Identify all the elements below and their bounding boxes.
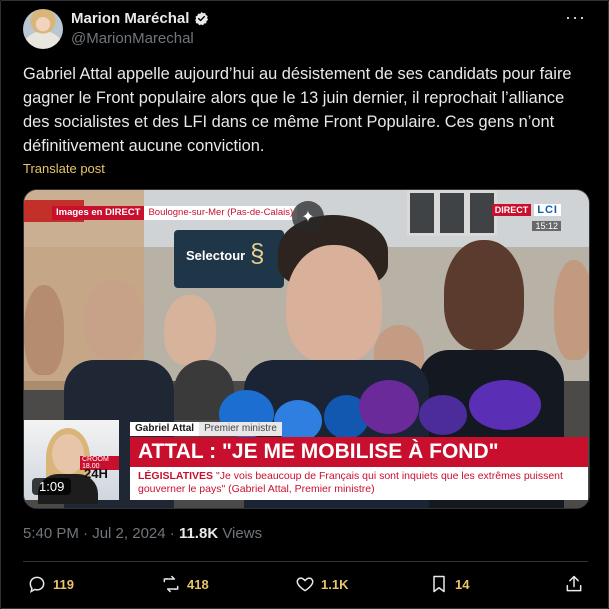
post-time[interactable]: 5:40 PM [23,525,79,542]
avatar[interactable] [23,9,63,49]
microphone [359,380,419,434]
channel-bug: DIRECT LCI 15:12 [491,204,561,234]
speaker-name: Gabriel Attal [130,422,200,436]
speaker-lower-third: Gabriel Attal Premier ministre [130,422,282,436]
video-window [407,190,437,236]
channel-direct-label: DIRECT [491,204,532,216]
live-label: Images en DIRECT [52,206,145,220]
repost-icon [163,575,179,593]
bystander [164,295,216,365]
reply-icon [29,576,45,594]
video-duration: 1:09 [32,478,72,495]
store-sign-text: Selectour [186,248,246,263]
views-label: Views [222,525,263,542]
video-window [437,190,467,236]
meta-separator: · [83,525,89,542]
heart-icon [296,577,314,592]
speaker-face [286,245,382,363]
bookmark-icon [433,575,445,593]
bystander [24,285,64,375]
live-location-tag: Images en DIRECT Boulogne-sur-Mer (Pas-d… [52,206,298,220]
post-text: Gabriel Attal appelle aujourd’hui au dés… [23,65,572,155]
like-button[interactable]: 1.1K [295,574,348,594]
reply-count: 119 [53,576,74,592]
post-date[interactable]: Jul 2, 2024 [92,525,165,542]
author-display-name[interactable]: Marion Maréchal [71,10,189,27]
repost-count: 418 [187,576,209,592]
more-options-icon[interactable]: ··· [565,8,586,26]
news-subband: LÉGISLATIVES "Je vois beaucoup de França… [130,467,588,500]
translate-post-link[interactable]: Translate post [23,161,105,176]
bodyguard [444,240,524,350]
show-name: 24H [84,466,108,481]
share-icon [566,575,582,592]
speaker-role: Premier ministre [199,422,282,436]
repost-button[interactable]: 418 [161,574,209,594]
microphone [469,380,541,430]
channel-clock: 15:12 [532,221,561,231]
verified-badge-icon [195,11,209,26]
location-label: Boulogne-sur-Mer (Pas-de-Calais) [144,206,298,220]
sparkle-icon[interactable]: ✦ [292,201,324,233]
bookmark-count: 14 [455,576,470,592]
seahorse-logo-icon: § [250,238,265,268]
bystander [554,260,589,360]
news-sub-label: LÉGISLATIVES [138,470,214,482]
tweet-card: Marion Maréchal @MarionMarechal ··· Gabr… [0,0,609,609]
author-name-row: Marion Maréchal [71,10,209,27]
bystander [84,280,144,360]
video-player[interactable]: Selectour § Images en DIRECT Boulogne-su… [23,189,590,509]
post-meta: 5:40 PM · Jul 2, 2024 · 11.8K Views [23,525,262,542]
action-bar: 119 418 1.1K 14 [23,574,588,594]
divider [23,561,588,562]
like-count: 1.1K [321,576,349,592]
channel-logo: LCI [534,204,561,216]
views-count: 11.8K [178,525,219,542]
reply-button[interactable]: 119 [27,574,74,594]
share-button[interactable] [564,574,584,594]
author-handle[interactable]: @MarionMarechal [71,30,194,47]
meta-separator: · [169,525,175,542]
microphone [419,395,467,435]
bookmark-button[interactable]: 14 [429,574,469,594]
news-headline: ATTAL : "JE ME MOBILISE À FOND" [130,437,588,467]
